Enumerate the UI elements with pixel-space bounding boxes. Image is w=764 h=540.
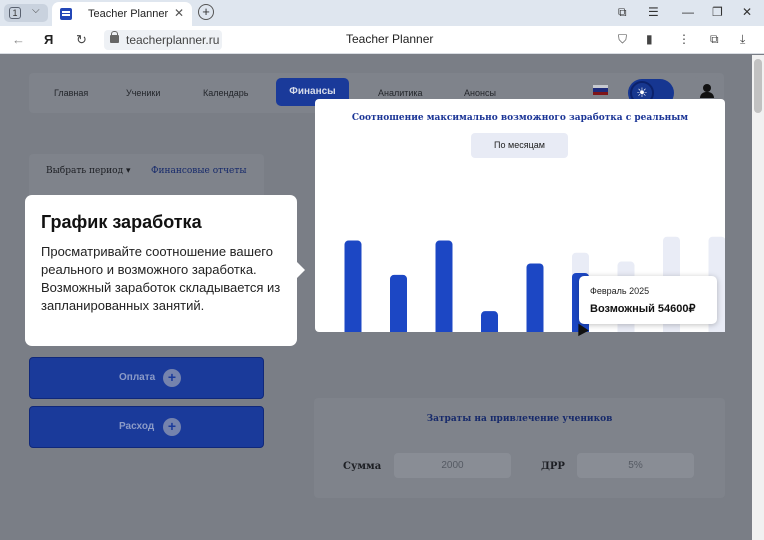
period-select-label: Выбрать период: [46, 166, 124, 176]
sum-label: Сумма: [343, 461, 382, 472]
nav-item-calendar[interactable]: Календарь: [203, 88, 248, 98]
url-text: teacherplanner.ru: [126, 33, 220, 47]
drr-label: ДРР: [541, 461, 565, 472]
real-bar[interactable]: [481, 311, 498, 332]
nav-item-announcements[interactable]: Анонсы: [464, 88, 496, 98]
browser-tab-bar: 1 ⌵ Teacher Planner ✕ + ⧉ ☰ — ❐ ✕: [0, 0, 764, 26]
expense-label: Расход: [119, 421, 155, 432]
nav-item-students[interactable]: Ученики: [126, 88, 160, 98]
real-bar[interactable]: [390, 274, 407, 332]
payment-label: Оплата: [119, 372, 156, 383]
protect-icon[interactable]: ⛉: [618, 32, 627, 47]
real-bar[interactable]: [526, 263, 544, 332]
tooltip-month: Февраль 2025: [590, 286, 650, 296]
plus-icon: +: [163, 418, 181, 436]
search-engine-icon[interactable]: Я: [44, 32, 53, 47]
page-scrollbar[interactable]: [752, 55, 764, 540]
close-tab-icon[interactable]: ✕: [174, 6, 184, 20]
period-select[interactable]: Выбрать период ▾: [46, 166, 131, 176]
back-icon[interactable]: ←: [12, 32, 25, 47]
period-card: Выбрать период ▾ Финансовые отчеты: [29, 154, 264, 196]
bookmark-icon[interactable]: ▮: [646, 32, 653, 46]
site-favicon-icon: [60, 8, 72, 20]
financial-reports-link[interactable]: Финансовые отчеты: [151, 166, 247, 176]
plus-icon: +: [163, 369, 181, 387]
real-bar[interactable]: [344, 240, 362, 332]
scrollbar-thumb[interactable]: [754, 59, 762, 113]
real-bar[interactable]: [435, 240, 453, 332]
user-icon-head: [703, 84, 711, 92]
address-bar: ← Я ↻ teacherplanner.ru Teacher Planner …: [0, 26, 764, 54]
close-window-icon[interactable]: ✕: [742, 5, 752, 19]
minimize-icon[interactable]: —: [682, 5, 694, 19]
browser-tab[interactable]: Teacher Planner ✕: [52, 2, 192, 26]
chart-tooltip: Февраль 2025 Возможный 54600₽: [579, 276, 717, 324]
expense-button[interactable]: Расход +: [29, 406, 264, 448]
new-tab-button[interactable]: +: [198, 4, 214, 20]
russian-flag-icon[interactable]: [593, 85, 608, 95]
onboarding-popover: График заработка Просматривайте соотноше…: [25, 195, 305, 346]
nav-item-analytics[interactable]: Аналитика: [378, 88, 423, 98]
sum-field[interactable]: 2000: [394, 453, 511, 478]
tab-title: Teacher Planner: [88, 8, 169, 20]
restore-icon[interactable]: ❐: [712, 5, 723, 19]
lock-icon: [110, 31, 119, 43]
more-icon[interactable]: ⋮: [678, 32, 690, 46]
drr-field[interactable]: 5%: [577, 453, 694, 478]
popover-text: Просматривайте соотношение вашего реальн…: [41, 244, 281, 313]
collections-icon[interactable]: ⧉: [618, 5, 627, 20]
acquisition-costs-card: Затраты на привлечение учеников Сумма 20…: [314, 398, 725, 498]
acquisition-costs-title: Затраты на привлечение учеников: [426, 414, 613, 424]
user-icon-body: [700, 92, 714, 98]
extensions-icon[interactable]: ⧉: [710, 32, 719, 47]
tooltip-value: Возможный 54600₽: [590, 303, 696, 315]
payment-button[interactable]: Оплата +: [29, 357, 264, 399]
caret-down-icon: ▾: [125, 166, 131, 176]
page-title: Teacher Planner: [346, 32, 434, 46]
url-field[interactable]: teacherplanner.ru: [104, 30, 222, 50]
tab-counter-button[interactable]: 1 ⌵: [4, 4, 48, 22]
tab-count: 1: [9, 7, 21, 19]
popover-title: График заработка: [41, 212, 202, 232]
reload-icon[interactable]: ↻: [76, 32, 87, 48]
download-icon[interactable]: ⤓: [740, 32, 745, 47]
nav-item-home[interactable]: Главная: [54, 88, 88, 98]
chevron-down-icon: ⌵: [32, 5, 40, 16]
menu-icon[interactable]: ☰: [648, 5, 659, 19]
